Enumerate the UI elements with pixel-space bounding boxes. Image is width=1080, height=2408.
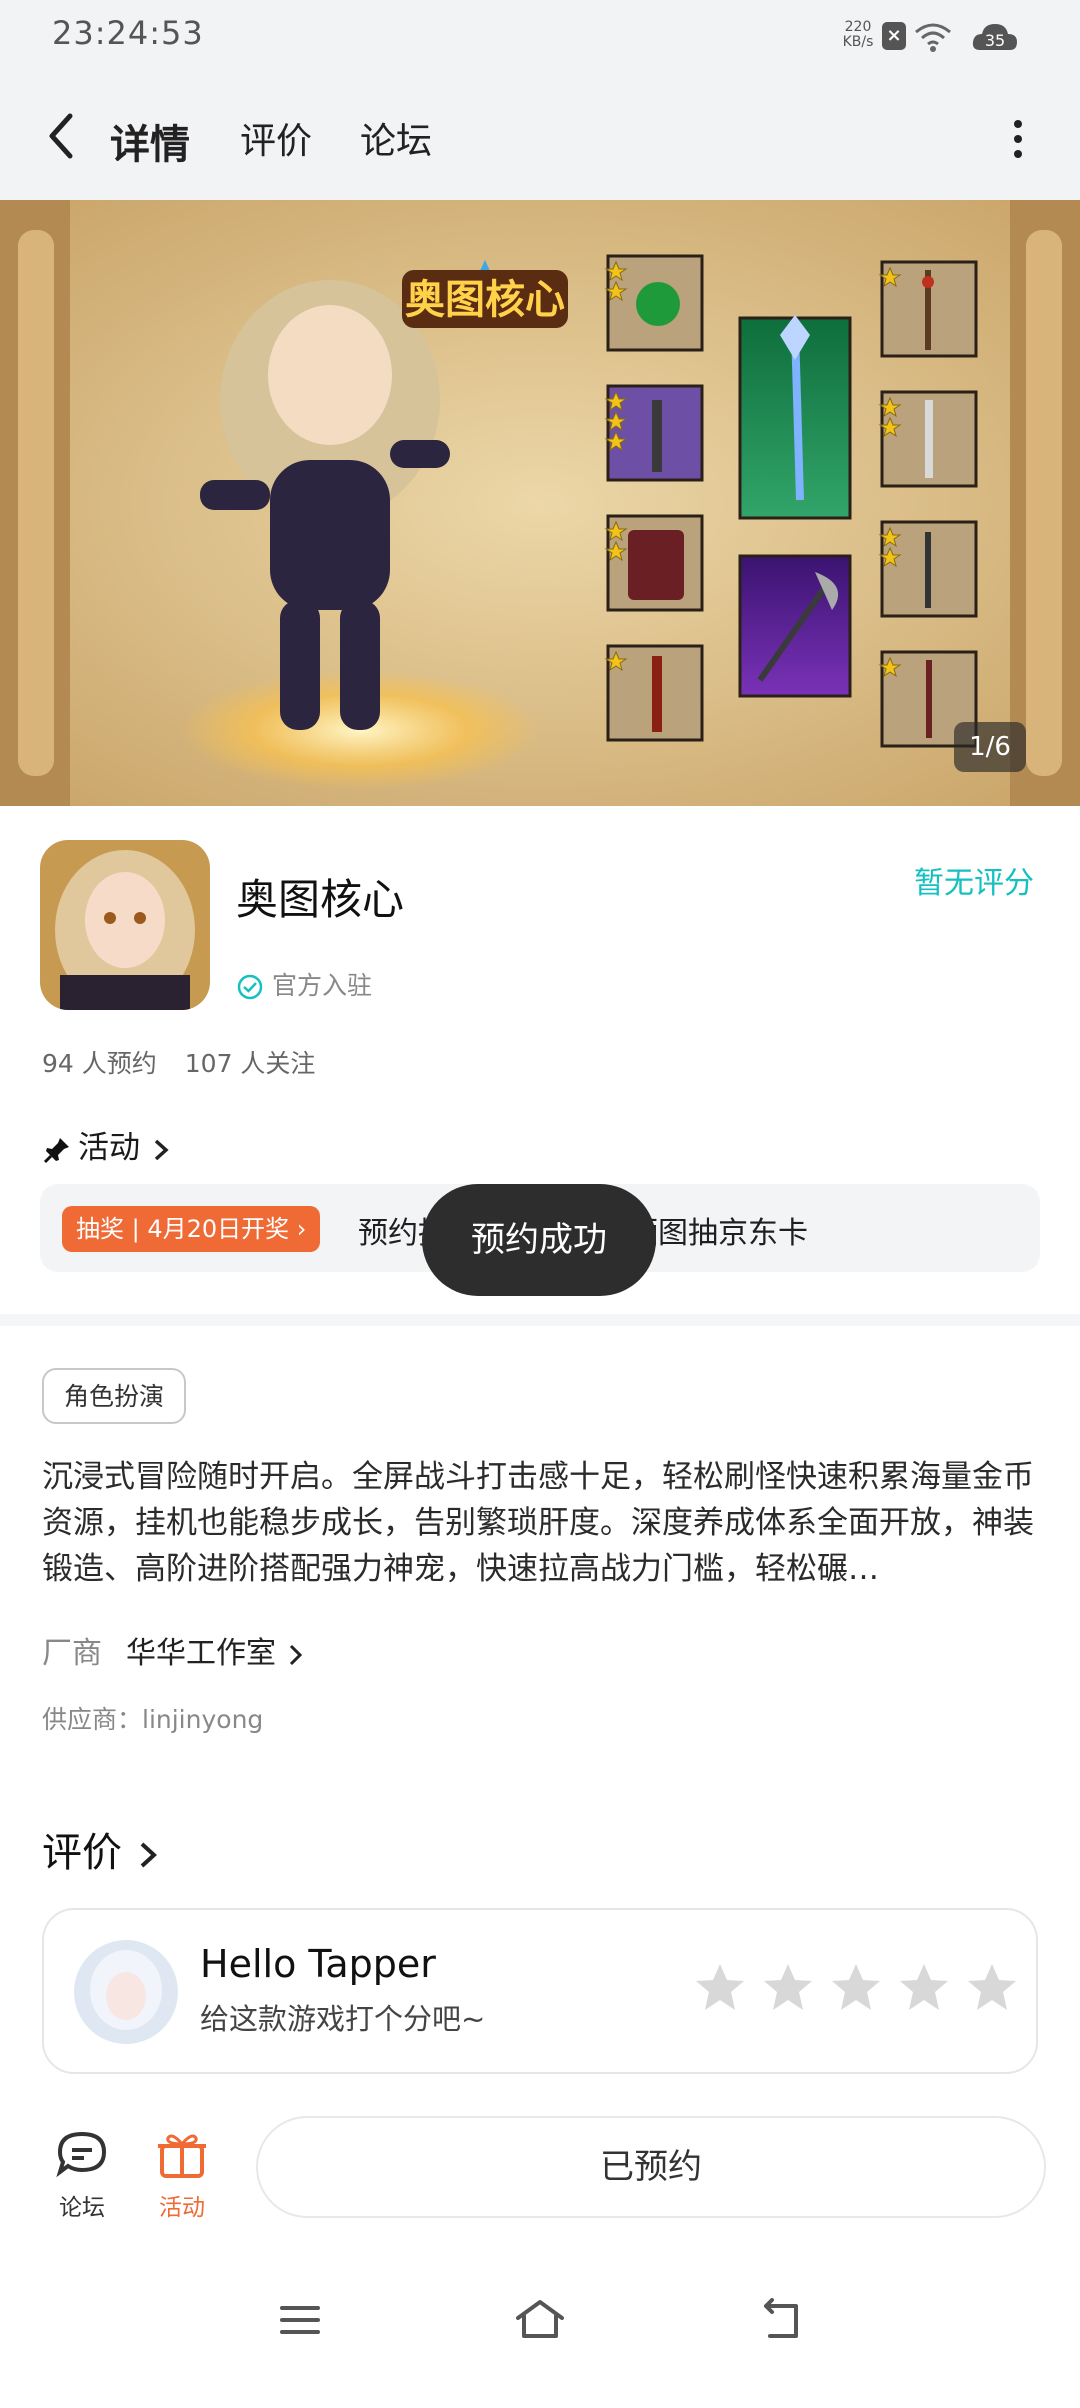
user-avatar xyxy=(74,1940,178,2044)
pin-icon xyxy=(43,1137,69,1163)
system-navigation-bar xyxy=(0,2280,1080,2408)
username: Hello Tapper xyxy=(200,1942,436,1986)
app-name: 奥图核心 xyxy=(236,875,405,924)
official-badge: 官方入驻 xyxy=(236,966,372,1002)
battery-icon: 35 xyxy=(972,24,1017,50)
back-icon[interactable] xyxy=(756,2298,806,2342)
section-divider xyxy=(0,1314,1080,1326)
more-options-icon[interactable] xyxy=(1000,114,1036,164)
star-rating[interactable] xyxy=(692,1960,1027,2020)
star-icon[interactable] xyxy=(828,1960,884,2016)
home-icon[interactable] xyxy=(512,2296,568,2342)
chevron-right-icon xyxy=(289,1644,302,1665)
toast-message: 预约成功 xyxy=(422,1184,656,1296)
follower-count: 107 人关注 xyxy=(184,1049,316,1078)
app-icon xyxy=(40,840,210,1010)
rate-prompt: 给这款游戏打个分吧~ xyxy=(200,2002,486,2036)
verified-check-icon xyxy=(237,974,263,1000)
banner-artwork: 奥图核心 xyxy=(0,200,1080,806)
carousel-counter: 1/6 xyxy=(954,722,1026,772)
app-stats: 94 人预约 107 人关注 xyxy=(42,1044,343,1080)
supplier-info: 供应商：linjinyong xyxy=(42,1705,264,1734)
chevron-right-icon xyxy=(154,1139,169,1160)
genre-tag[interactable]: 角色扮演 xyxy=(42,1368,187,1424)
wifi-icon xyxy=(915,23,951,52)
rating-status: 暂无评分 xyxy=(914,866,1034,901)
reservation-count: 94 人预约 xyxy=(42,1049,157,1078)
status-time: 23:24:53 xyxy=(52,14,204,52)
star-icon[interactable] xyxy=(964,1960,1020,2016)
gift-icon xyxy=(158,2134,206,2178)
chat-bubble-icon xyxy=(56,2131,107,2178)
top-navigation: 详情 评价 论坛 xyxy=(0,76,1080,200)
game-description[interactable]: 沉浸式冒险随时开启。全屏战斗打击感十足，轻松刷怪快速积累海量金币资源，挂机也能稳… xyxy=(42,1454,1042,1592)
screenshot-carousel[interactable]: 奥图核心 xyxy=(0,200,1080,806)
vendor-link[interactable]: 华华工作室 xyxy=(126,1628,306,1672)
tab-forum[interactable]: 论坛 xyxy=(360,112,432,164)
reserved-button[interactable]: 已预约 xyxy=(256,2116,1046,2218)
notification-x-icon: × xyxy=(882,22,906,50)
lottery-badge: 抽奖 | 4月20日开奖 › xyxy=(62,1206,321,1252)
tab-reviews[interactable]: 评价 xyxy=(240,112,312,164)
activity-section-header[interactable]: 活动 xyxy=(42,1122,172,1167)
activity-button[interactable]: 活动 xyxy=(142,2128,222,2222)
back-arrow-icon[interactable] xyxy=(38,106,88,166)
star-icon[interactable] xyxy=(896,1960,952,2016)
review-section-header[interactable]: 评价 xyxy=(42,1820,161,1878)
svg-text:35: 35 xyxy=(985,31,1005,50)
rate-card: Hello Tapper 给这款游戏打个分吧~ xyxy=(42,1908,1038,2074)
menu-icon[interactable] xyxy=(276,2300,324,2340)
chevron-right-icon xyxy=(140,1842,157,1868)
forum-button[interactable]: 论坛 xyxy=(42,2128,122,2222)
vendor-label: 厂商 xyxy=(42,1636,102,1671)
tab-details[interactable]: 详情 xyxy=(106,112,194,170)
network-speed: 220 KB/s xyxy=(842,19,874,50)
status-bar: 23:24:53 220 KB/s × 35 xyxy=(0,0,1080,76)
star-icon[interactable] xyxy=(760,1960,816,2016)
svg-text:奥图核心: 奥图核心 xyxy=(405,277,565,323)
star-icon[interactable] xyxy=(692,1960,748,2016)
